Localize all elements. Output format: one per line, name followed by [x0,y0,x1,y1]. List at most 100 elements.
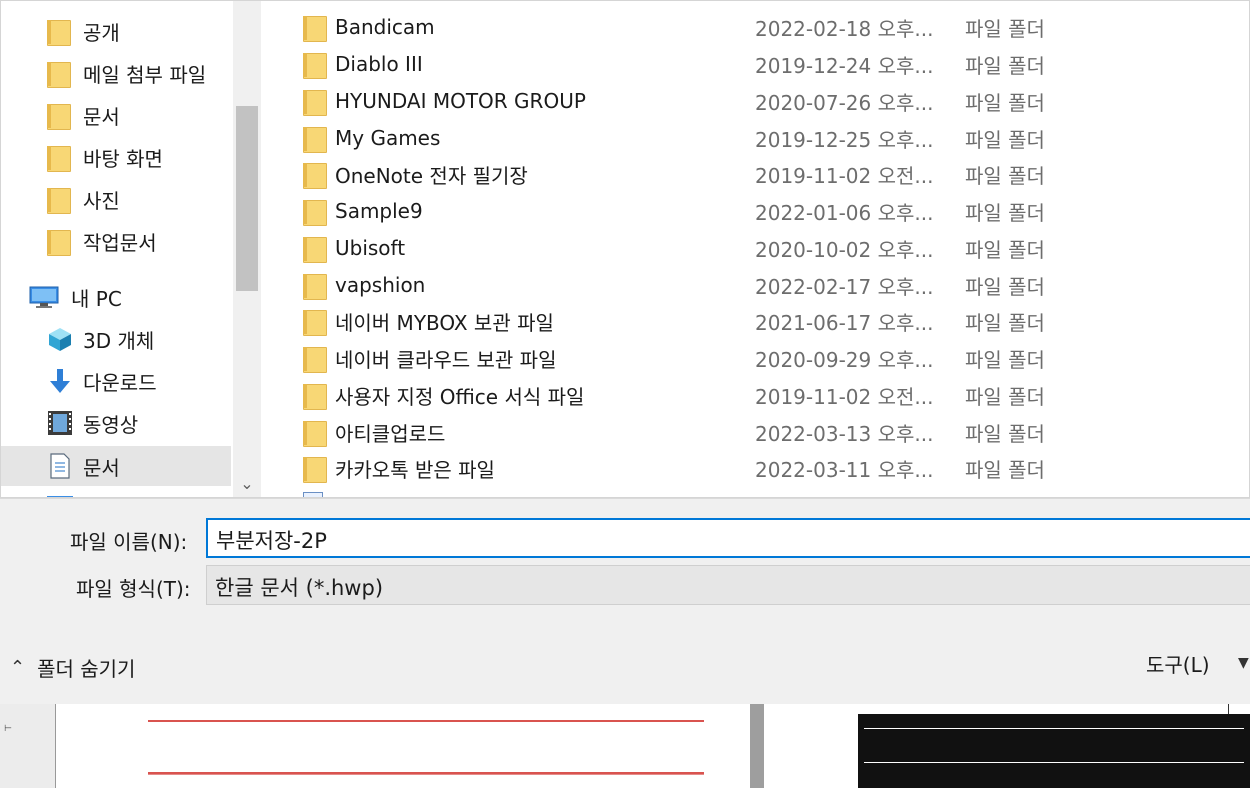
nav-item-label: 작업문서 [83,230,157,255]
file-type: 파일 폴더 [965,347,1045,372]
folder-icon [47,144,73,172]
file-date: 2022-02-18 오후... [755,16,934,41]
file-name: Bandicam [335,15,435,39]
file-row[interactable]: 카카오톡 받은 파일 2022-03-11 오후... 파일 폴더 [261,450,1249,486]
file-row-partial[interactable] [261,487,1249,497]
filetype-select[interactable]: 한글 문서 (*.hwp) [206,565,1250,605]
file-type: 파일 폴더 [965,384,1045,409]
nav-item-mail-attachments[interactable]: 메일 첨부 파일 [1,53,231,93]
nav-item-documents-folder[interactable]: 문서 [1,95,231,135]
nav-scrollbar-thumb[interactable] [236,106,258,291]
save-form: 파일 이름(N): 부분저장-2P 파일 형식(T): 한글 문서 (*.hwp… [0,498,1250,704]
file-name: Sample9 [335,199,423,223]
file-type: 파일 폴더 [965,237,1045,262]
file-row[interactable]: vapshion 2022-02-17 오후... 파일 폴더 [261,267,1249,303]
document-page [56,704,750,788]
nav-item-partial[interactable] [1,489,231,497]
file-date: 2019-12-25 오후... [755,127,934,152]
file-name: Diablo III [335,52,423,76]
file-row[interactable]: 사용자 지정 Office 서식 파일 2019-11-02 오전... 파일 … [261,377,1249,413]
nav-item-label: 다운로드 [83,370,157,395]
file-row[interactable]: 네이버 클라우드 보관 파일 2020-09-29 오후... 파일 폴더 [261,340,1249,376]
file-name: 네이버 클라우드 보관 파일 [335,347,557,372]
file-name: My Games [335,126,441,150]
red-rule [148,720,704,722]
black-table-box [858,714,1250,788]
folder-icon [47,18,73,46]
file-name: 카카오톡 받은 파일 [335,457,495,482]
nav-item-photos[interactable]: 사진 [1,179,231,219]
nav-item-videos[interactable]: 동영상 [1,403,231,443]
file-type: 파일 폴더 [965,421,1045,446]
red-rule-thin [148,774,704,775]
nav-item-label: 문서 [83,104,120,129]
folder-icon [47,186,73,214]
file-browser: 공개 메일 첨부 파일 문서 바탕 화면 사진 작업문서 내 PC 3D 개체 … [0,0,1250,498]
folder-icon [303,198,327,226]
folder-icon [303,125,327,153]
nav-item-public[interactable]: 공개 [1,11,231,51]
folder-icon [303,345,327,373]
table-line [864,728,1244,729]
filename-input[interactable]: 부분저장-2P [206,518,1250,558]
folder-icon [303,308,327,336]
file-date: 2022-02-17 오후... [755,274,934,299]
file-list: Bandicam 2022-02-18 오후... 파일 폴더 Diablo I… [261,1,1249,497]
ruler-mark: ⊢ [4,724,12,734]
file-date: 2020-07-26 오후... [755,90,934,115]
file-row[interactable]: HYUNDAI MOTOR GROUP 2020-07-26 오후... 파일 … [261,83,1249,119]
file-date: 2021-06-17 오후... [755,310,934,335]
file-type: 파일 폴더 [965,274,1045,299]
nav-item-work-documents[interactable]: 작업문서 [1,221,231,261]
folder-icon [303,235,327,263]
background-document: ⊢ [0,704,1250,788]
nav-item-this-pc[interactable]: 내 PC [1,277,231,317]
video-film-icon [47,410,73,436]
filename-label: 파일 이름(N): [70,530,188,554]
nav-item-documents[interactable]: 문서 [1,446,231,486]
file-row[interactable]: Sample9 2022-01-06 오후... 파일 폴더 [261,193,1249,229]
file-row[interactable]: Ubisoft 2020-10-02 오후... 파일 폴더 [261,230,1249,266]
tools-button[interactable]: 도구(L) [1146,649,1210,678]
nav-item-label: 동영상 [83,412,139,437]
file-row[interactable]: 네이버 MYBOX 보관 파일 2021-06-17 오후... 파일 폴더 [261,303,1249,339]
dropdown-arrow-icon[interactable]: ▼ [1238,655,1249,671]
folder-icon [303,51,327,79]
file-row[interactable]: OneNote 전자 필기장 2019-11-02 오전... 파일 폴더 [261,156,1249,192]
nav-item-label: 공개 [83,20,120,45]
file-type: 파일 폴더 [965,16,1045,41]
nav-scrollbar[interactable]: ⌄ [233,1,261,497]
nav-item-3d-objects[interactable]: 3D 개체 [1,319,231,359]
file-row[interactable]: Bandicam 2022-02-18 오후... 파일 폴더 [261,9,1249,45]
file-type: 파일 폴더 [965,90,1045,115]
hide-folders-label: 폴더 숨기기 [37,657,136,681]
file-name: 네이버 MYBOX 보관 파일 [335,310,554,335]
nav-item-label: 내 PC [71,286,122,311]
file-row[interactable]: 아티클업로드 2022-03-13 오후... 파일 폴더 [261,414,1249,450]
file-name: vapshion [335,273,426,297]
scroll-down-chevron-icon[interactable]: ⌄ [233,471,261,497]
chevron-up-icon: ⌃ [10,657,26,678]
folder-icon [47,102,73,130]
cube-3d-icon [47,326,73,352]
nav-item-desktop[interactable]: 바탕 화면 [1,137,231,177]
nav-item-label: 메일 첨부 파일 [83,62,207,87]
nav-item-label: 바탕 화면 [83,146,163,171]
folder-icon [47,60,73,88]
computer-icon [29,284,59,310]
file-row[interactable]: My Games 2019-12-25 오후... 파일 폴더 [261,120,1249,156]
file-date: 2019-11-02 오전... [755,384,934,409]
file-type: 파일 폴더 [965,310,1045,335]
file-type: 파일 폴더 [965,53,1045,78]
file-date: 2019-11-02 오전... [755,163,934,188]
folder-icon [47,228,73,256]
file-type: 파일 폴더 [965,200,1045,225]
hide-folders-button[interactable]: ⌃ 폴더 숨기기 [10,653,135,682]
nav-item-downloads[interactable]: 다운로드 [1,361,231,401]
nav-item-label: 사진 [83,188,120,213]
file-date: 2019-12-24 오후... [755,53,934,78]
file-type: 파일 폴더 [965,127,1045,152]
file-row[interactable]: Diablo III 2019-12-24 오후... 파일 폴더 [261,46,1249,82]
document-icon [47,453,73,479]
file-date: 2022-03-13 오후... [755,421,934,446]
